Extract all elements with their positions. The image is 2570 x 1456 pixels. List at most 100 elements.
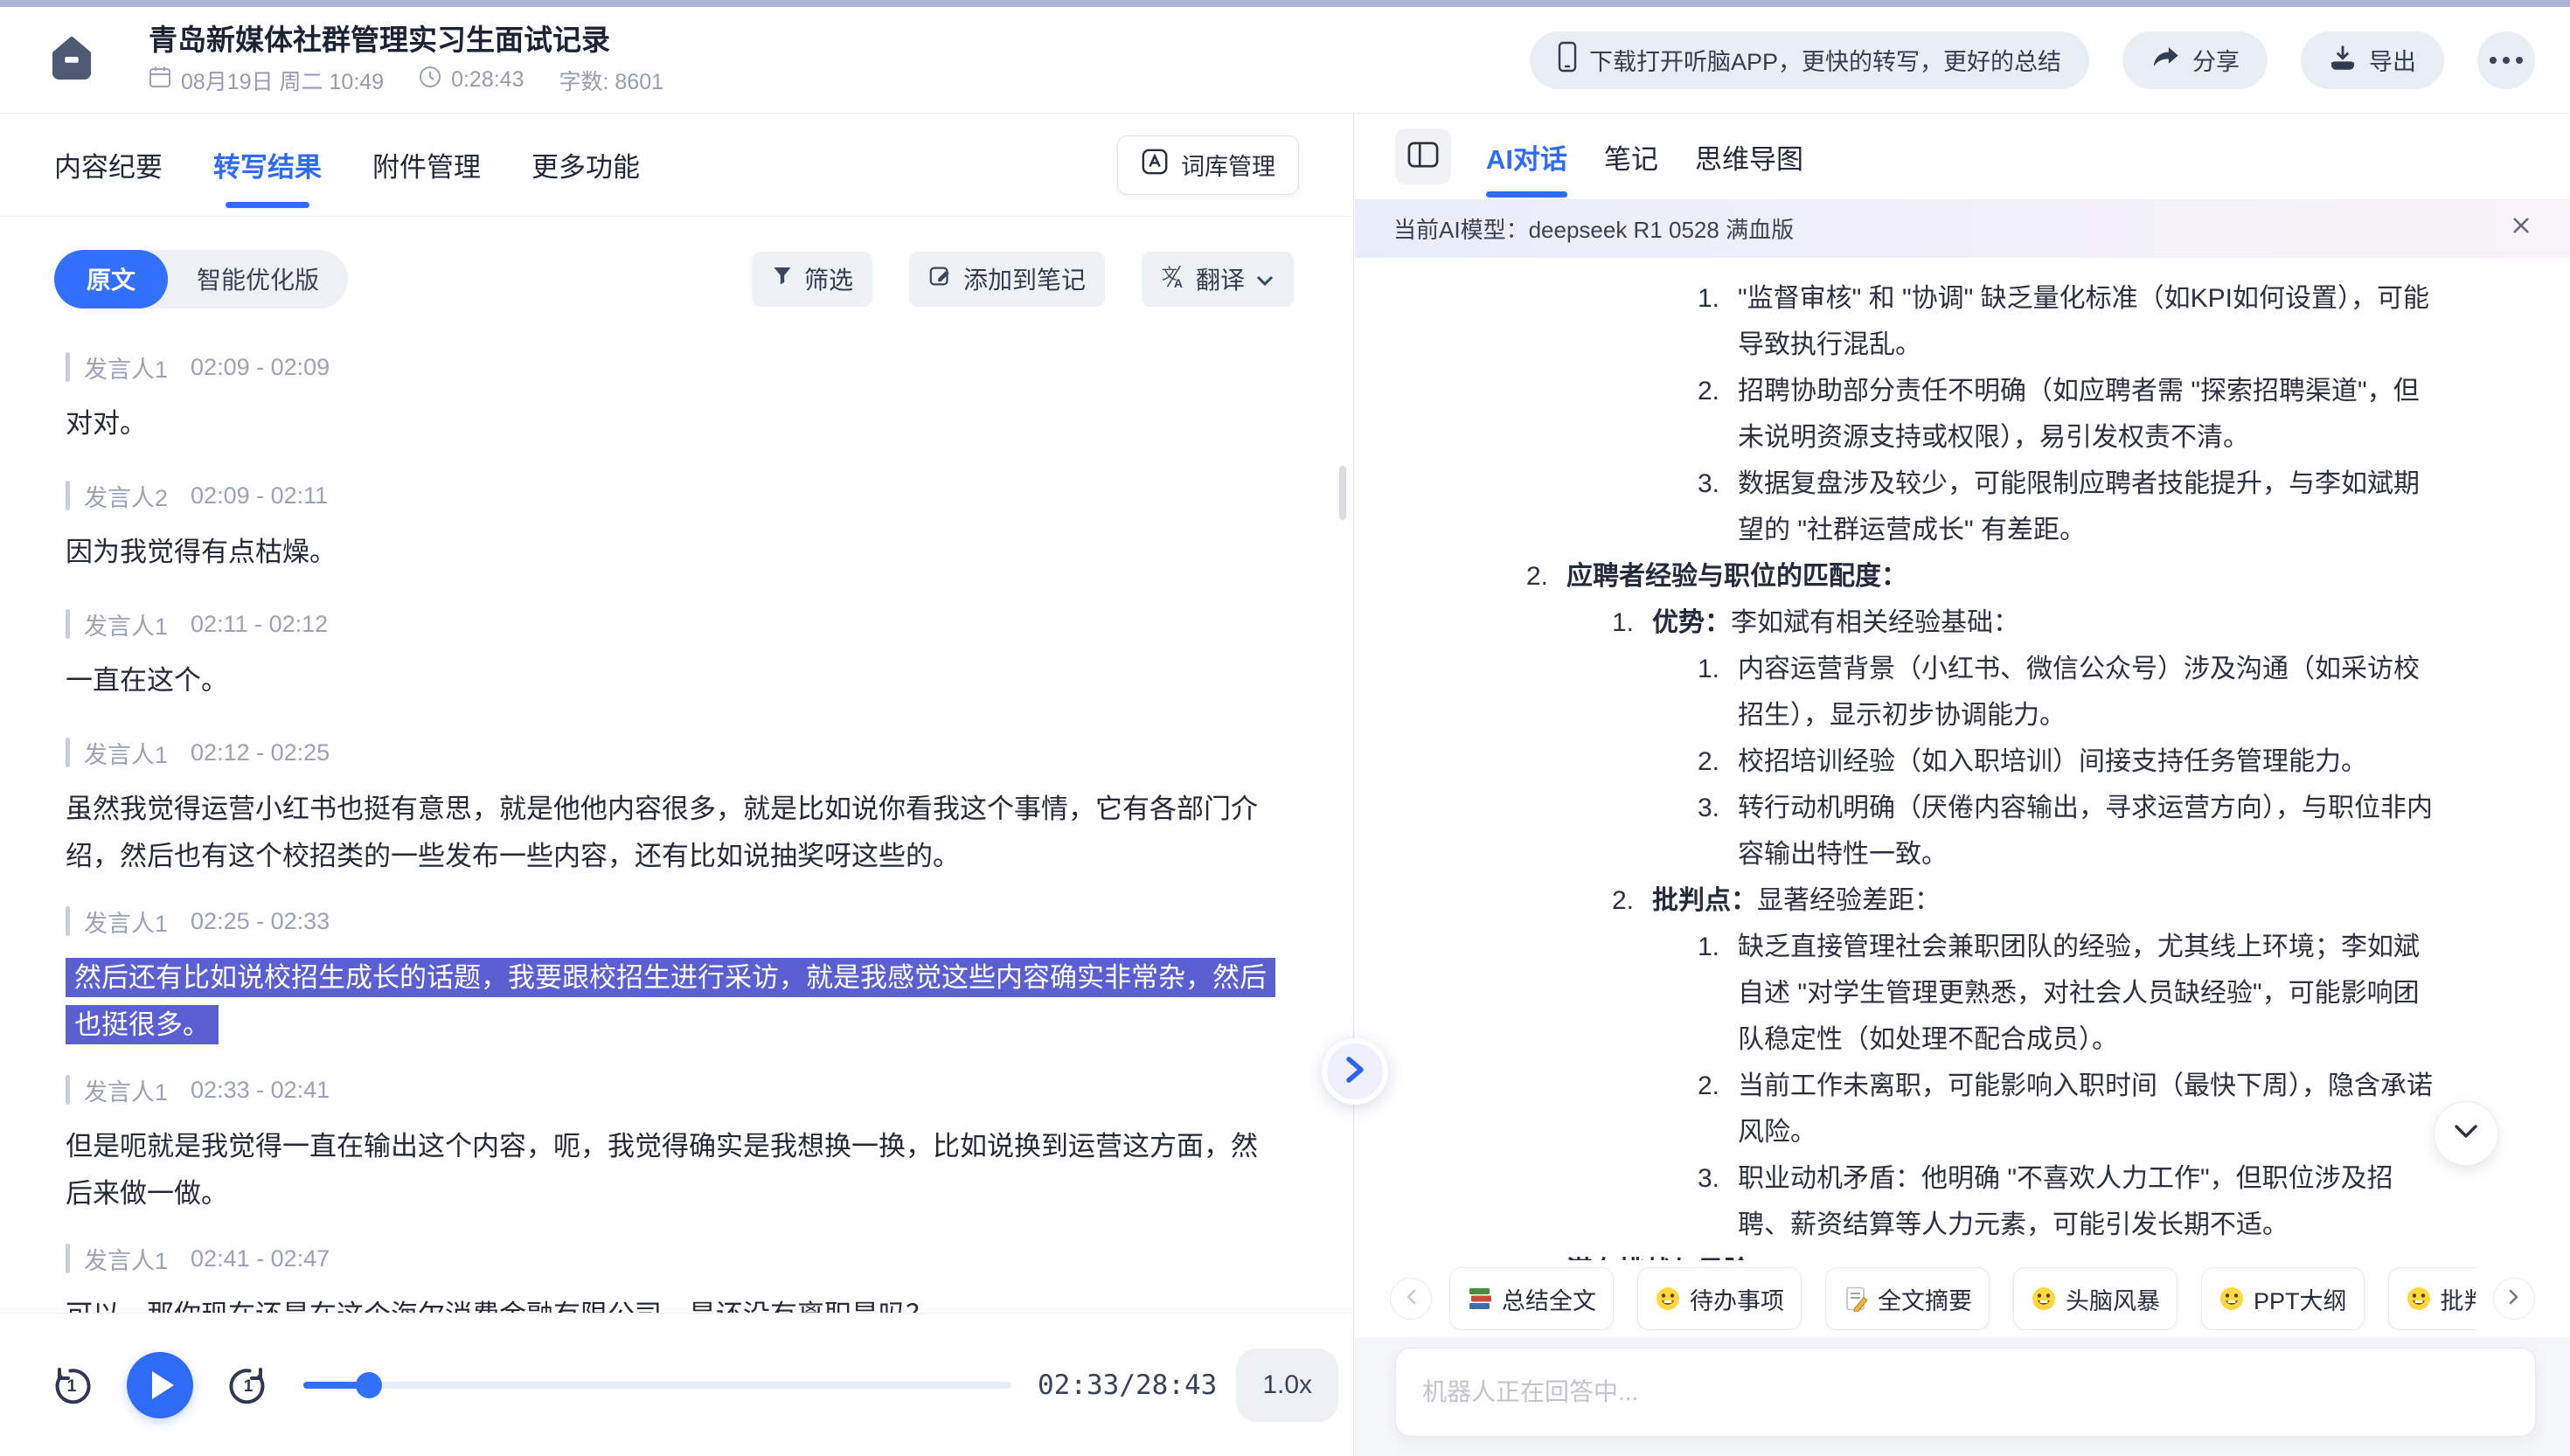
timestamp: 02:09 - 02:11 [191, 482, 328, 510]
speaker-bar [66, 1244, 70, 1273]
left-tab-content-summary[interactable]: 内容纪要 [54, 114, 163, 216]
more-icon [2490, 57, 2497, 64]
quick-action-brainstorm[interactable]: 头脑风暴 [2013, 1267, 2178, 1330]
add-to-note-button[interactable]: 添加到笔记 [909, 252, 1105, 307]
transcript-entry: 发言人102:33 - 02:41但是呃就是我觉得一直在输出这个内容，呃，我觉得… [66, 1074, 1279, 1217]
svg-text:A: A [1174, 276, 1183, 288]
transcript-panel: 内容纪要转写结果附件管理更多功能 词库管理 原文 智能优化版 筛选 添加到笔记 … [0, 114, 1354, 1456]
play-button[interactable] [127, 1352, 193, 1418]
quick-action-label: 头脑风暴 [2066, 1282, 2160, 1316]
transcript-entry: 发言人1 02:41 - 02:47 可以，那你现在还是在这个海尔消费金融有限公司，… [66, 1243, 1279, 1313]
transcript-text[interactable]: 可以，那你现在还是在这个海尔消费金融有限公司，是还没有离职是吗？ [66, 1292, 1279, 1313]
progress-thumb[interactable] [356, 1372, 382, 1398]
export-button[interactable]: 导出 [2301, 31, 2444, 89]
quick-action-summarize-full[interactable]: 总结全文 [1449, 1267, 1614, 1330]
transcript-text[interactable]: 对对。 [66, 400, 1279, 447]
playback-speed-button[interactable]: 1.0x [1236, 1349, 1338, 1422]
toggle-optimized[interactable]: 智能优化版 [168, 250, 348, 309]
toggle-original[interactable]: 原文 [54, 250, 168, 309]
transcript-entry: 发言人202:09 - 02:11因为我觉得有点枯燥。 [66, 480, 1279, 576]
right-tab-ai-chat[interactable]: AI对话 [1486, 114, 1567, 199]
timestamp: 02:41 - 02:47 [191, 1245, 330, 1272]
close-icon [2511, 215, 2532, 242]
more-options-button[interactable] [2477, 31, 2535, 89]
transcript-text[interactable]: 一直在这个。 [66, 657, 1279, 704]
ai-list-item: 1.内容运营背景（小红书、微信公众号）涉及沟通（如采访校招生），显示初步协调能力… [1355, 646, 2442, 738]
highlighted-text[interactable]: 然后还有比如说校招生成长的话题，我要跟校招生进行采访，就是我感觉这些内容确实非常… [66, 958, 1275, 1044]
ai-list-item: 2.招聘协助部分责任不明确（如应聘者需 "探索招聘渠道"，但未说明资源支持或权限… [1355, 368, 2442, 461]
transcript-toolbar: 原文 智能优化版 筛选 添加到笔记 文A 翻译 [0, 217, 1353, 341]
speaker-label: 发言人1 [84, 1242, 168, 1276]
scroll-to-bottom-button[interactable] [2434, 1101, 2498, 1166]
transcript-list: 发言人102:09 - 02:09对对。发言人202:09 - 02:11因为我… [0, 341, 1353, 1313]
chevron-right-icon [2508, 1288, 2520, 1310]
record-duration: 0:28:43 [419, 66, 524, 94]
filter-icon [771, 264, 794, 294]
transcript-entry: 发言人102:11 - 02:12一直在这个。 [66, 608, 1279, 704]
chips-next-button[interactable] [2493, 1278, 2535, 1320]
quick-action-label: 全文摘要 [1878, 1282, 1972, 1316]
ai-list-item: 2.当前工作未离职，可能影响入职时间（最快下周），隐含承诺风险。 [1355, 1063, 2442, 1155]
translate-icon: 文A [1161, 264, 1185, 295]
note-edit-icon [928, 264, 953, 295]
quick-action-todo-items[interactable]: 待办事项 [1637, 1267, 1802, 1330]
books-icon [1467, 1286, 1493, 1312]
transcript-text[interactable]: 然后还有比如说校招生成长的话题，我要跟校招生进行采访，就是我感觉这些内容确实非常… [66, 954, 1279, 1049]
chips-prev-button[interactable] [1390, 1278, 1432, 1320]
quick-action-critical[interactable]: 批判性. [2388, 1267, 2476, 1330]
chevron-down-icon [2453, 1123, 2479, 1145]
collapse-panel-button[interactable] [1322, 1038, 1388, 1105]
transcript-text[interactable]: 但是呃就是我觉得一直在输出这个内容，呃，我觉得确实是我想换一换，比如说换到运营这… [66, 1123, 1279, 1217]
banner-close-button[interactable] [2511, 215, 2532, 242]
ai-list-item: 3.职业动机矛盾：他明确 "不喜欢人力工作"，但职位涉及招聘、薪资结算等人力元素… [1355, 1155, 2442, 1248]
clock-icon [419, 66, 441, 94]
app-header: 青岛新媒体社群管理实习生面试记录 08月19日 周二 10:49 0:28:43… [0, 7, 2570, 114]
panel-layout-button[interactable] [1395, 128, 1451, 184]
transcript-entry: 发言人102:09 - 02:09对对。 [66, 351, 1279, 447]
chat-input-bar [1355, 1337, 2570, 1456]
timestamp: 02:25 - 02:33 [191, 908, 330, 935]
quick-action-full-abstract[interactable]: 全文摘要 [1825, 1267, 1990, 1330]
download-app-button[interactable]: 下载打开听脑APP，更快的转写，更好的总结 [1530, 31, 2089, 89]
ai-list-item: 1.优势：李如斌有相关经验基础： [1355, 600, 2442, 646]
two-pane-icon [1407, 140, 1440, 174]
speaker-bar [66, 1075, 70, 1105]
window-top-strip [0, 0, 2570, 7]
right-tab-mindmap[interactable]: 思维导图 [1695, 114, 1803, 199]
dictionary-manage-button[interactable]: 词库管理 [1117, 135, 1299, 195]
speaker-bar [66, 738, 70, 767]
left-tab-transcription-result[interactable]: 转写结果 [213, 114, 322, 216]
quick-action-ppt-outline[interactable]: PPT大纲 [2201, 1267, 2365, 1330]
quick-action-label: 总结全文 [1502, 1282, 1596, 1316]
timestamp: 02:33 - 02:41 [191, 1077, 330, 1104]
left-tab-more-features[interactable]: 更多功能 [531, 114, 640, 216]
ai-chat-content: 1."监督审核" 和 "协调" 缺乏量化标准（如KPI如何设置），可能导致执行混… [1355, 258, 2570, 1260]
chat-input[interactable] [1395, 1348, 2536, 1437]
home-button[interactable] [51, 35, 93, 86]
transcript-scrollbar[interactable] [1339, 466, 1346, 520]
phone-icon [1558, 41, 1577, 79]
quick-action-label: PPT大纲 [2254, 1282, 2347, 1316]
forward-1-button[interactable]: 1 [225, 1362, 272, 1409]
dictionary-icon [1141, 148, 1169, 182]
timestamp: 02:09 - 02:09 [191, 354, 330, 381]
smile-icon [2031, 1286, 2057, 1312]
translate-button[interactable]: 文A 翻译 [1142, 252, 1294, 307]
memo-icon [1843, 1286, 1869, 1312]
filter-button[interactable]: 筛选 [752, 252, 872, 307]
share-button[interactable]: 分享 [2122, 31, 2268, 89]
chevron-left-icon [1405, 1288, 1417, 1310]
timestamp: 02:12 - 02:25 [191, 739, 330, 766]
transcript-entry: 发言人102:25 - 02:33然后还有比如说校招生成长的话题，我要跟校招生进… [66, 905, 1279, 1049]
smile-icon [2219, 1286, 2245, 1312]
speaker-label: 发言人1 [84, 607, 168, 641]
rewind-1-button[interactable]: 1 [48, 1362, 95, 1409]
left-tab-bar: 内容纪要转写结果附件管理更多功能 词库管理 [0, 114, 1353, 217]
transcript-text[interactable]: 虽然我觉得运营小红书也挺有意思，就是他他内容很多，就是比如说你看我这个事情，它有… [66, 786, 1279, 880]
transcript-text[interactable]: 因为我觉得有点枯燥。 [66, 529, 1279, 576]
left-tab-attachment-manage[interactable]: 附件管理 [372, 114, 481, 216]
progress-slider[interactable] [303, 1382, 1011, 1389]
play-icon [152, 1371, 174, 1399]
smile-icon [1655, 1286, 1681, 1312]
right-tab-notes[interactable]: 笔记 [1604, 114, 1658, 199]
